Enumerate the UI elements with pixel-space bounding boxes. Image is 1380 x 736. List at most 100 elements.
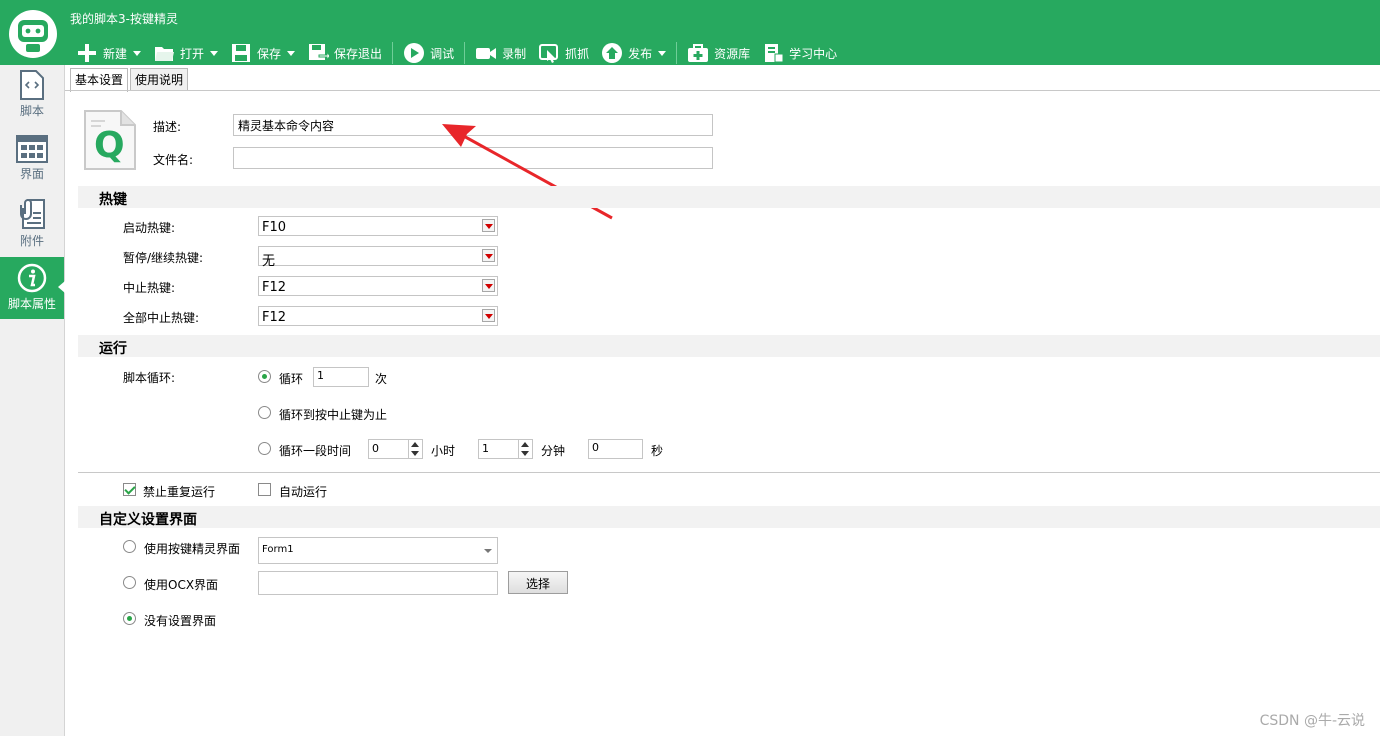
learning-center-button[interactable]: 学习中心 — [756, 40, 843, 66]
debug-button-label: 调试 — [430, 46, 455, 61]
sidebar-item-script[interactable]: 脚本 — [0, 70, 64, 130]
chevron-down-icon[interactable] — [287, 50, 296, 56]
camera-icon — [476, 48, 497, 59]
left-sidebar: 脚本 界面 附件 脚本属性 — [0, 65, 65, 736]
red-annotation-arrow-icon — [442, 124, 613, 220]
robot-logo-icon — [9, 10, 57, 58]
stepper-buttons[interactable] — [518, 440, 532, 458]
form-select[interactable]: Form1 — [258, 537, 498, 564]
chevron-down-icon[interactable] — [210, 50, 219, 56]
window-title: 我的脚本3-按键精灵 — [70, 12, 178, 26]
pause-hotkey-select[interactable]: 无 — [258, 246, 498, 269]
tab-usage-instructions[interactable]: 使用说明 — [130, 68, 189, 90]
watermark-text: CSDN @牛-云说 — [1259, 713, 1365, 729]
script-document-icon: Q — [84, 110, 136, 170]
svg-text:Q: Q — [94, 125, 125, 166]
save-button-label: 保存 — [257, 46, 282, 61]
start-hotkey-value: F10 — [262, 220, 287, 235]
grab-icon — [539, 44, 559, 63]
record-button-label: 录制 — [502, 46, 527, 61]
spin-down-icon[interactable] — [411, 451, 419, 456]
active-indicator — [58, 281, 65, 293]
paperclip-icon — [20, 199, 45, 229]
publish-button-label: 发布 — [628, 46, 653, 61]
toolbar-divider — [464, 42, 466, 64]
stop-all-hotkey-value: F12 — [262, 310, 287, 325]
auto-run-checkbox[interactable] — [258, 483, 271, 496]
chevron-down-icon[interactable] — [133, 50, 142, 56]
save-exit-icon — [309, 44, 330, 62]
loop-duration-label: 循环一段时间 — [279, 444, 352, 458]
save-exit-button[interactable]: 保存退出 — [301, 40, 388, 66]
loop-until-stop-radio[interactable] — [258, 406, 271, 419]
times-unit-label: 次 — [375, 372, 388, 386]
play-icon — [404, 43, 425, 63]
sidebar-item-attachment[interactable]: 附件 — [0, 198, 64, 258]
stop-hotkey-select[interactable]: F12 — [258, 276, 498, 296]
grab-button-label: 抓抓 — [565, 46, 590, 61]
ocx-ui-radio[interactable] — [123, 576, 136, 589]
title-toolbar-bar: 我的脚本3-按键精灵 新建 打开 保存 保存退出 调试 录制 抓抓 发布 资源库… — [0, 0, 1380, 65]
dropdown-arrow-icon[interactable] — [482, 309, 495, 322]
spin-down-icon[interactable] — [521, 451, 529, 456]
forbid-repeat-label: 禁止重复运行 — [143, 485, 216, 499]
resource-icon — [688, 44, 709, 62]
seconds-unit-label: 秒 — [651, 444, 664, 458]
learn-icon — [765, 44, 784, 63]
select-button[interactable]: 选择 — [508, 571, 568, 594]
folder-icon — [155, 47, 175, 61]
chevron-down-icon[interactable] — [658, 50, 667, 56]
form-select-value: Form1 — [262, 544, 294, 555]
filename-label: 文件名: — [153, 153, 194, 167]
dropdown-arrow-icon[interactable] — [482, 279, 495, 292]
tab-basic-settings[interactable]: 基本设置 — [70, 68, 129, 92]
hotkeys-section-title: 热键 — [99, 192, 127, 208]
publish-button[interactable]: 发布 — [595, 40, 672, 66]
stop-all-hotkey-select[interactable]: F12 — [258, 306, 498, 326]
dropdown-arrow-icon[interactable] — [482, 219, 495, 232]
builtin-ui-radio[interactable] — [123, 540, 136, 553]
no-ui-radio[interactable] — [123, 612, 136, 625]
toolbar-divider — [392, 42, 394, 64]
hours-stepper[interactable]: 0 — [368, 439, 423, 459]
record-button[interactable]: 录制 — [469, 40, 532, 66]
minutes-unit-label: 分钟 — [541, 444, 566, 458]
loop-count-radio-label: 循环 — [279, 372, 304, 386]
open-button[interactable]: 打开 — [147, 40, 224, 66]
sidebar-item-interface[interactable]: 界面 — [0, 135, 64, 195]
new-button[interactable]: 新建 — [70, 40, 147, 66]
save-button[interactable]: 保存 — [224, 40, 301, 66]
hotkeys-section-header: 热键 — [78, 186, 1380, 208]
loop-duration-radio[interactable] — [258, 442, 271, 455]
resource-library-label: 资源库 — [714, 46, 751, 61]
loop-count-radio[interactable] — [258, 370, 271, 383]
publish-icon — [602, 43, 623, 63]
spin-up-icon[interactable] — [411, 442, 419, 447]
main-toolbar: 新建 打开 保存 保存退出 调试 录制 抓抓 发布 资源库 学习中心 — [70, 40, 843, 66]
grid-window-icon — [16, 135, 48, 163]
toolbar-divider — [676, 42, 678, 64]
pause-hotkey-value: 无 — [262, 254, 276, 269]
stepper-buttons[interactable] — [408, 440, 422, 458]
save-exit-button-label: 保存退出 — [334, 46, 383, 61]
spin-up-icon[interactable] — [521, 442, 529, 447]
section-divider — [78, 472, 1380, 473]
minutes-stepper[interactable]: 1 — [478, 439, 533, 459]
chevron-down-icon[interactable] — [484, 549, 492, 553]
dropdown-arrow-icon[interactable] — [482, 249, 495, 262]
open-button-label: 打开 — [180, 46, 205, 61]
seconds-input[interactable]: 0 — [588, 439, 643, 459]
resource-library-button[interactable]: 资源库 — [681, 40, 756, 66]
grab-button[interactable]: 抓抓 — [532, 40, 595, 66]
ocx-ui-label: 使用OCX界面 — [144, 578, 219, 592]
start-hotkey-select[interactable]: F10 — [258, 216, 498, 236]
ocx-path-input[interactable] — [258, 571, 498, 595]
plus-icon — [78, 44, 96, 62]
pause-hotkey-label: 暂停/继续热键: — [123, 251, 204, 265]
forbid-repeat-checkbox[interactable] — [123, 483, 136, 496]
sidebar-item-script-properties[interactable]: 脚本属性 — [0, 257, 65, 319]
tab-bar: 基本设置 使用说明 — [70, 68, 190, 92]
loop-count-input[interactable]: 1 — [313, 367, 369, 387]
debug-button[interactable]: 调试 — [397, 40, 460, 66]
no-ui-label: 没有设置界面 — [144, 614, 217, 628]
